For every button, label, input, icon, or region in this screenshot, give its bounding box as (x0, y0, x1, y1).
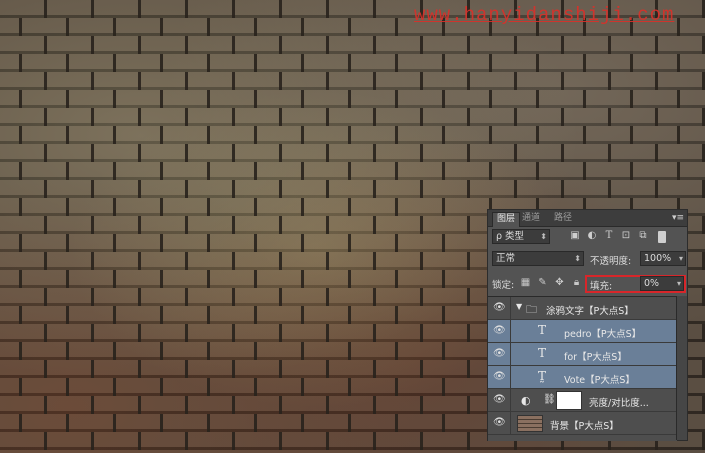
layer-list-scrollbar[interactable] (676, 296, 687, 440)
visibility-cell: 👁︎ (488, 343, 511, 366)
lock-fill-row: 锁定: ▦ ✎ ✥ 🔒︎ 填充: 0% ▾ (492, 274, 686, 293)
chevron-updown-icon: ⬍ (574, 254, 581, 263)
layer-mask-thumbnail[interactable] (556, 391, 582, 410)
filter-kind-label: ρ 类型 (496, 231, 525, 242)
eye-icon[interactable]: 👁︎ (493, 326, 506, 336)
folder-icon: 🗀 (526, 303, 537, 316)
eye-icon[interactable]: 👁︎ (493, 303, 506, 313)
tab-layers[interactable]: 图层 (492, 212, 521, 227)
layer-row-background[interactable]: 👁︎ 背景【P大点S】 (488, 412, 677, 435)
lock-label: 锁定: (492, 280, 515, 291)
layer-row-text[interactable]: 👁︎ T pedro【P大点S】 (488, 320, 677, 343)
shape-filter-icon[interactable]: ⊡ (621, 231, 631, 241)
text-layer-icon: T (538, 346, 547, 360)
collapse-triangle-icon[interactable]: ▼ (516, 302, 522, 311)
opacity-label: 不透明度: (590, 256, 632, 267)
layer-name: 涂鸦文字【P大点S】 (546, 306, 634, 317)
layer-filter-row: ρ 类型 ⬍ ▣ ◐ T ⊡ ⧉ (492, 229, 682, 247)
layer-name: Vote【P大点S】 (564, 375, 635, 386)
eye-icon[interactable]: 👁︎ (493, 372, 506, 382)
lock-image-pixels-icon[interactable]: ✎ (537, 277, 548, 288)
visibility-cell: 👁︎ (488, 297, 511, 320)
fill-value: 0% (644, 278, 660, 289)
fill-field[interactable]: 0% ▾ (640, 276, 684, 291)
panel-menu-icon[interactable]: ▾≡ (672, 213, 684, 223)
type-filter-icon[interactable]: T (604, 231, 614, 241)
chevron-updown-icon: ⬍ (540, 232, 547, 241)
layers-panel: 图层 通道 路径 ▾≡ ρ 类型 ⬍ ▣ ◐ T ⊡ ⧉ 正常 ⬍ 不透明度: … (487, 209, 688, 441)
layer-name: 亮度/对比度... (589, 398, 649, 409)
eye-icon[interactable]: 👁︎ (493, 395, 506, 405)
layer-row-adjustment[interactable]: 👁︎ ◐ ⛓︎ 亮度/对比度... (488, 389, 677, 412)
layer-name: pedro【P大点S】 (564, 329, 642, 340)
filter-toggle-icon[interactable] (658, 231, 666, 243)
visibility-cell: 👁︎ (488, 366, 511, 389)
watermark-url: www.hanyidanshiji.com (414, 4, 675, 26)
layer-list: 👁︎ ▼ 🗀 涂鸦文字【P大点S】 👁︎ T pedro【P大点S】 👁︎ T … (488, 296, 677, 441)
tab-paths[interactable]: 路径 (550, 212, 576, 226)
layer-thumbnail (517, 415, 543, 432)
layer-name: for【P大点S】 (564, 352, 627, 363)
eye-icon[interactable]: 👁︎ (493, 418, 506, 428)
layer-row-text[interactable]: 👁︎ T for【P大点S】 (488, 343, 677, 366)
layer-row-text[interactable]: 👁︎ T̰ Vote【P大点S】 (488, 366, 677, 389)
link-chain-icon[interactable]: ⛓︎ (543, 394, 556, 405)
tab-channels[interactable]: 通道 (518, 212, 544, 226)
blend-mode-label: 正常 (496, 253, 516, 264)
visibility-cell: 👁︎ (488, 389, 511, 412)
opacity-field[interactable]: 100% ▾ (640, 251, 686, 266)
visibility-cell: 👁︎ (488, 412, 511, 435)
layer-name: 背景【P大点S】 (550, 421, 619, 432)
filter-kind-select[interactable]: ρ 类型 ⬍ (492, 229, 550, 244)
chevron-down-icon[interactable]: ▾ (679, 252, 683, 265)
fill-label: 填充: (590, 281, 613, 292)
blend-mode-select[interactable]: 正常 ⬍ (492, 251, 584, 266)
lock-all-icon[interactable]: 🔒︎ (571, 277, 582, 288)
panel-tab-bar: 图层 通道 路径 ▾≡ (488, 210, 687, 227)
blend-opacity-row: 正常 ⬍ 不透明度: 100% ▾ (492, 251, 686, 269)
chevron-down-icon[interactable]: ▾ (677, 277, 681, 290)
adjustment-icon: ◐ (521, 394, 531, 407)
adjustment-filter-icon[interactable]: ◐ (587, 231, 597, 241)
eye-icon[interactable]: 👁︎ (493, 349, 506, 359)
warped-text-layer-icon: T̰ (538, 369, 547, 383)
lock-transparent-pixels-icon[interactable]: ▦ (520, 277, 531, 288)
layer-row-group[interactable]: 👁︎ ▼ 🗀 涂鸦文字【P大点S】 (488, 297, 677, 320)
opacity-value: 100% (644, 253, 672, 264)
text-layer-icon: T (538, 323, 547, 337)
smartobject-filter-icon[interactable]: ⧉ (638, 231, 648, 241)
lock-position-icon[interactable]: ✥ (554, 277, 565, 288)
visibility-cell: 👁︎ (488, 320, 511, 343)
image-filter-icon[interactable]: ▣ (570, 231, 580, 241)
